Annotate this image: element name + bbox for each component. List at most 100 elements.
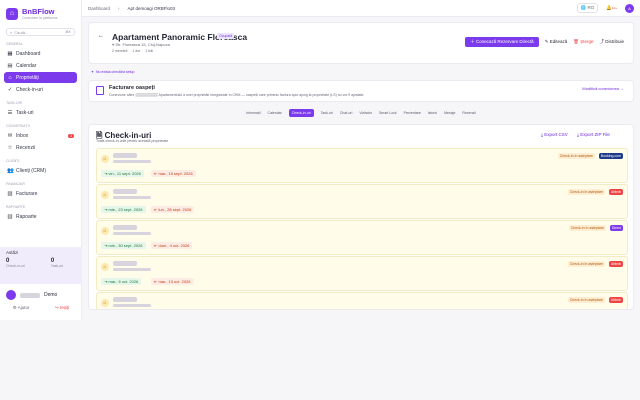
checkin-date: ⇥ vin., 11 sept. 2026	[101, 170, 144, 177]
bell-icon[interactable]: 🔔10+	[606, 5, 617, 11]
share-button[interactable]: ⤴ Distribuie	[599, 39, 624, 45]
meta-rooms: 1 dor	[132, 49, 141, 53]
sidebar-item[interactable]: ▧ Facturare	[4, 188, 77, 199]
checkin-date-text: vin., 11 sept. 2026	[108, 171, 141, 176]
property-address: ⌖ Str. Floreasca 15, Cluj-Napoca	[112, 42, 170, 47]
sidebar-item[interactable]: ▤ Calendar	[4, 60, 77, 71]
meta-baths: 1 băi	[145, 49, 153, 53]
door-icon: ⌂	[101, 155, 109, 163]
tab-item[interactable]: Recenzii	[462, 111, 475, 115]
checkin-card[interactable]: ⌂ ⇥ vin., 11 sept. 2026 ⇤ mar., 15 sept. 2…	[96, 148, 628, 183]
guest-detail-redacted	[113, 232, 151, 235]
chart-icon: ▥	[7, 213, 13, 220]
brand-name: BnBFlow	[22, 7, 55, 16]
sidebar-item[interactable]: ▥ Rapoarte	[4, 211, 77, 222]
guest-invoicing-box: Facturare oaspeți Conexiune către ▒▒▒▒▒▒…	[88, 80, 634, 102]
user-avatar[interactable]: A	[625, 3, 634, 13]
check-icon: ✓	[7, 86, 13, 93]
checkin-status-badge: Check-in în așteptare	[567, 189, 605, 195]
receipt-icon: ▧	[7, 190, 13, 197]
checkout-date-text: mar., 15 sept. 2026	[158, 171, 193, 176]
invoicing-description: Conexiune către ▒▒▒▒▒▒▒▒▒ Apartamentului…	[109, 93, 365, 97]
sidebar-item-label: Clienți (CRM)	[16, 167, 46, 174]
logout-label: Ieșiți	[60, 305, 70, 310]
checkin-date-text: mie., 23 sept. 2026	[108, 207, 143, 212]
export-zip-button[interactable]: ⤓ Export ZIP File	[577, 132, 610, 137]
platform-badge: Airbnb	[608, 297, 623, 303]
checkin-status-badge: Check-in în așteptare	[568, 225, 606, 231]
sidebar-item[interactable]: ☆ Recenzii	[4, 142, 77, 153]
user-name-suffix: Demo	[44, 292, 58, 298]
logout-button[interactable]: ↪ Ieșiți	[55, 305, 69, 311]
search-icon: ⌕	[10, 29, 13, 35]
logo[interactable]: ⌂ BnBFlow Conectare la platforma	[0, 0, 81, 20]
sidebar-item-label: Rapoarte	[16, 213, 37, 220]
checkin-card[interactable]: ⌂ ⇥ mar., 6 oct. 2026 ⇤ mar., 13 oct. 2026…	[96, 256, 628, 291]
tab-item[interactable]: Calendar	[268, 111, 282, 115]
modify-connection-link[interactable]: Modifică conexiunea →	[582, 86, 624, 91]
delete-button[interactable]: 🗑 Șterge	[573, 39, 593, 45]
sparkle-icon: ✦	[91, 69, 94, 74]
sidebar: ⌂ BnBFlow Conectare la platforma ⌕ Caută…	[0, 0, 82, 320]
breadcrumb-dashboard[interactable]: Dashboard	[88, 6, 110, 11]
sidebar-item-label: Inbox	[16, 132, 29, 139]
checkins-panel: 🗎 Check-in-uri Toate check-in-urile pent…	[88, 124, 634, 310]
tab-item[interactable]: Smart Lock	[379, 111, 397, 115]
help-button[interactable]: ⚙ Ajutor	[13, 305, 30, 311]
user-profile[interactable]: Demo	[6, 290, 57, 300]
sidebar-item-label: Task-uri	[16, 109, 34, 116]
search-input[interactable]: ⌕ Caută... ⌘K	[6, 28, 75, 36]
sidebar-item[interactable]: ✉ Inbox 3	[4, 130, 77, 141]
sidebar-item[interactable]: ⌂ Proprietăți	[4, 72, 77, 83]
export-csv-button[interactable]: ⤓ Export CSV	[541, 132, 568, 137]
tab-item[interactable]: Prezentare	[404, 111, 421, 115]
tab-item[interactable]: Check-in-uri	[288, 108, 314, 117]
checkin-card[interactable]: ⌂ Check-in în așteptare Airbnb	[96, 292, 628, 309]
brand-tagline: Conectare la platforma	[22, 16, 58, 20]
sidebar-section-label: FINANCIAR	[6, 182, 25, 186]
breadcrumb-property: Apt demoagi ORBFlo03	[127, 5, 176, 11]
sidebar-section-label: TASK-URI	[6, 101, 23, 105]
back-arrow-icon[interactable]: ←	[98, 33, 104, 39]
avatar	[6, 290, 16, 300]
checkout-date: ⇤ lun., 28 sept. 2026	[151, 206, 195, 213]
checklist-note-text: Nu exista checklist setup	[95, 69, 135, 74]
share-label: Distribuie	[605, 39, 624, 44]
sidebar-item[interactable]: ▦ Dashboard	[4, 48, 77, 59]
checkin-status-badge: Check-in în așteptare	[557, 153, 595, 159]
sidebar-item[interactable]: ✓ Check-in-uri	[4, 84, 77, 95]
status-badge: Ocupată	[217, 33, 235, 39]
today-activity: Astăzi 0 Check-in-uri 0 Task-uri	[0, 247, 82, 284]
home-icon: ⌂	[8, 74, 12, 81]
tab-item[interactable]: Vizitator	[359, 111, 372, 115]
tab-item[interactable]: Informații	[246, 111, 260, 115]
direct-booking-label: Conecază Rezervare Directă	[475, 39, 534, 44]
checkin-card[interactable]: ⌂ ⇥ mie., 23 sept. 2026 ⇤ lun., 28 sept. 2…	[96, 184, 628, 219]
checkin-card[interactable]: ⌂ ⇥ mie., 30 sept. 2026 ⇤ dum., 4 oct. 202…	[96, 220, 628, 255]
tab-item[interactable]: Chat-uri	[340, 111, 352, 115]
list-icon: ☰	[7, 109, 13, 116]
tab-item[interactable]: Mesaje	[444, 111, 455, 115]
inbox-count-badge: 3	[68, 133, 74, 138]
sidebar-item-label: Dashboard	[16, 50, 41, 57]
door-icon: ⌂	[101, 191, 109, 199]
property-header: ← Apartament Panoramic Floreasca Ocupată…	[88, 22, 634, 64]
main-content: ← Apartament Panoramic Floreasca Ocupată…	[88, 22, 634, 310]
checklist-note: ✦ Nu exista checklist setup	[88, 67, 634, 76]
edit-button[interactable]: ✎ Editează	[545, 39, 568, 45]
direct-booking-button[interactable]: ＋ Conecază Rezervare Directă	[465, 37, 539, 47]
tab-item[interactable]: Istoric	[428, 111, 437, 115]
search-shortcut: ⌘K	[65, 30, 71, 34]
checkin-status-badge: Check-in în așteptare	[567, 261, 605, 267]
language-selector[interactable]: 🌐 RO	[576, 3, 599, 13]
sidebar-item[interactable]: 👥 Clienți (CRM)	[4, 165, 77, 176]
sidebar-footer: ⚙ Ajutor ↪ Ieșiți	[0, 305, 82, 311]
sidebar-item-label: Proprietăți	[16, 74, 39, 81]
sidebar-item-label: Calendar	[16, 62, 37, 69]
door-icon: ⌂	[101, 299, 109, 307]
sidebar-nav: GENERAL ▦ Dashboard ▤ Calendar ⌂ Proprietăți ✓ C…	[0, 42, 81, 222]
checkin-date: ⇥ mie., 30 sept. 2026	[101, 242, 146, 249]
checkin-date-text: mie., 30 sept. 2026	[108, 243, 143, 248]
sidebar-item[interactable]: ☰ Task-uri	[4, 107, 77, 118]
tab-item[interactable]: Task-uri	[321, 111, 333, 115]
